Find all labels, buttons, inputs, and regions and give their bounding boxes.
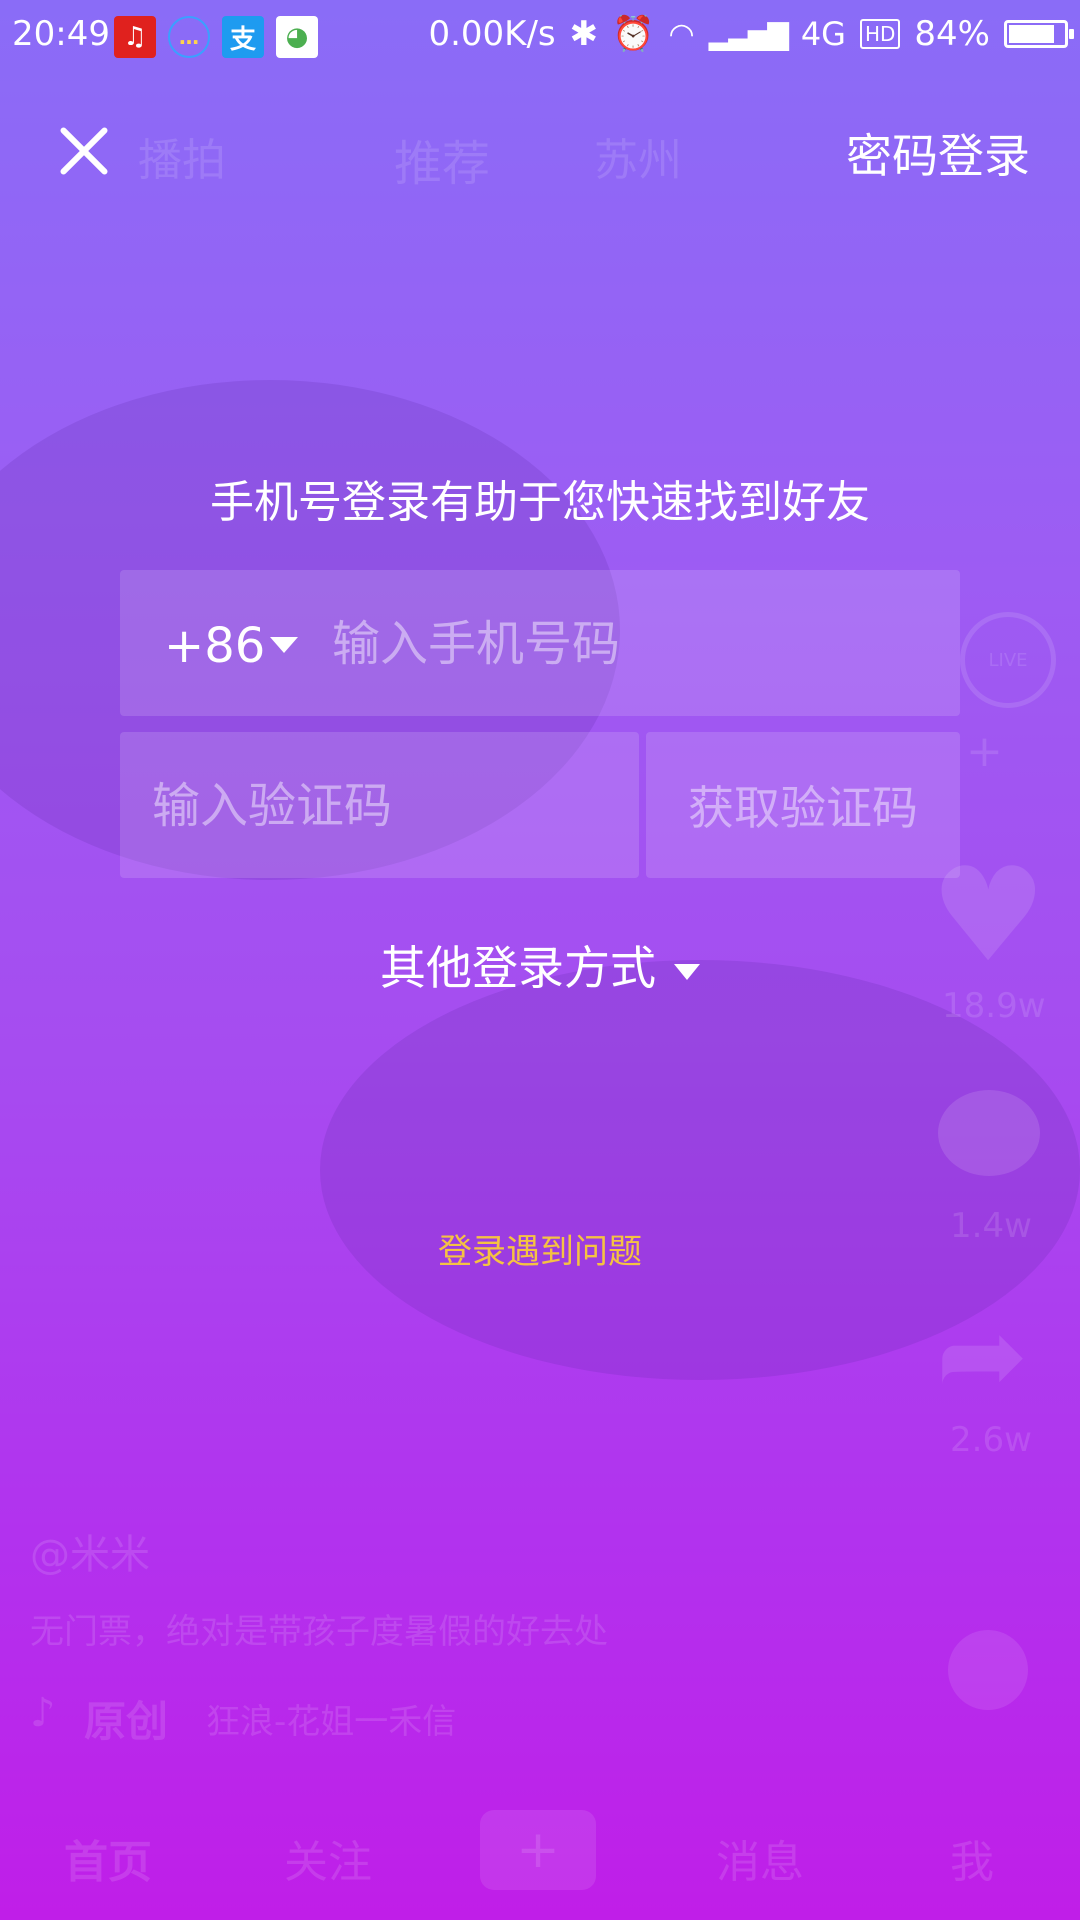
- signal-icon: ▂▃▅▇: [708, 17, 789, 51]
- feed-tab: 推荐: [394, 136, 491, 192]
- get-code-label: 获取验证码: [688, 781, 918, 835]
- login-screen: 播拍 推荐 苏州 LIVE + ♥ 18.9w 1.4w ➦ 2.6w @米米 …: [0, 0, 1080, 1920]
- feed-tab: 播拍: [138, 135, 226, 186]
- nav-messages: 消息: [716, 1837, 804, 1888]
- nav-add-button: +: [480, 1810, 596, 1890]
- live-avatar-icon: LIVE: [960, 612, 1056, 708]
- password-login-button[interactable]: 密码登录: [846, 120, 1030, 186]
- status-bar: 20:49 ♫ … 支 ◕ 0.00K/s ✱ ⏰ ◠ ▂▃▅▇ 4G HD 8…: [0, 0, 1080, 72]
- feed-author: @米米: [30, 1532, 150, 1578]
- follow-plus-icon: +: [966, 726, 1003, 777]
- hd-badge: HD: [859, 19, 901, 49]
- net-speed: 0.00K/s: [428, 14, 556, 54]
- close-icon[interactable]: [52, 118, 116, 182]
- netease-music-icon: ♫: [114, 16, 156, 58]
- get-code-button[interactable]: 获取验证码: [646, 732, 960, 878]
- music-disc-icon: [948, 1630, 1028, 1710]
- nav-home: 首页: [64, 1837, 152, 1888]
- nav-me: 我: [950, 1837, 994, 1888]
- nav-following: 关注: [284, 1837, 372, 1888]
- battery-fill: [1009, 25, 1054, 43]
- feed-music-name: 狂浪-花姐一禾信: [206, 1702, 457, 1742]
- app-icon: ◕: [276, 16, 318, 58]
- other-login-label: 其他登录方式: [380, 941, 656, 995]
- music-note-icon: ♪: [30, 1690, 56, 1736]
- nav-add-label: +: [516, 1820, 560, 1880]
- feed-tab: 苏州: [594, 135, 682, 186]
- comment-icon: [938, 1090, 1040, 1176]
- bluetooth-icon: ✱: [569, 14, 599, 54]
- verification-code-box: [120, 732, 639, 878]
- login-trouble-link[interactable]: 登录遇到问题: [0, 1224, 1080, 1273]
- qq-chat-icon: …: [168, 16, 210, 58]
- share-icon: ➦: [936, 1291, 1029, 1419]
- battery-percent: 84%: [914, 14, 990, 54]
- phone-input-row: +86: [120, 570, 960, 716]
- country-code-selector[interactable]: +86: [164, 618, 265, 674]
- other-login-methods[interactable]: 其他登录方式: [0, 932, 1080, 998]
- caret-down-icon: [674, 963, 700, 980]
- verification-code-input[interactable]: [150, 752, 624, 860]
- wifi-icon: ◠: [668, 16, 695, 52]
- phone-number-input[interactable]: [330, 590, 934, 698]
- network-type: 4G: [800, 15, 846, 53]
- status-time: 20:49: [12, 14, 110, 54]
- battery-icon: [1004, 20, 1074, 48]
- caret-down-icon[interactable]: [270, 637, 298, 653]
- live-badge: LIVE: [988, 649, 1028, 671]
- status-right-group: 0.00K/s ✱ ⏰ ◠ ▂▃▅▇ 4G HD 84%: [428, 14, 1074, 54]
- feed-music-tag: 原创: [84, 1697, 169, 1746]
- feed-caption: 无门票，绝对是带孩子度暑假的好去处: [30, 1612, 608, 1652]
- share-count: 2.6w: [950, 1420, 1032, 1460]
- alarm-icon: ⏰: [612, 14, 655, 54]
- alipay-icon: 支: [222, 16, 264, 58]
- login-hint: 手机号登录有助于您快速找到好友: [210, 477, 870, 528]
